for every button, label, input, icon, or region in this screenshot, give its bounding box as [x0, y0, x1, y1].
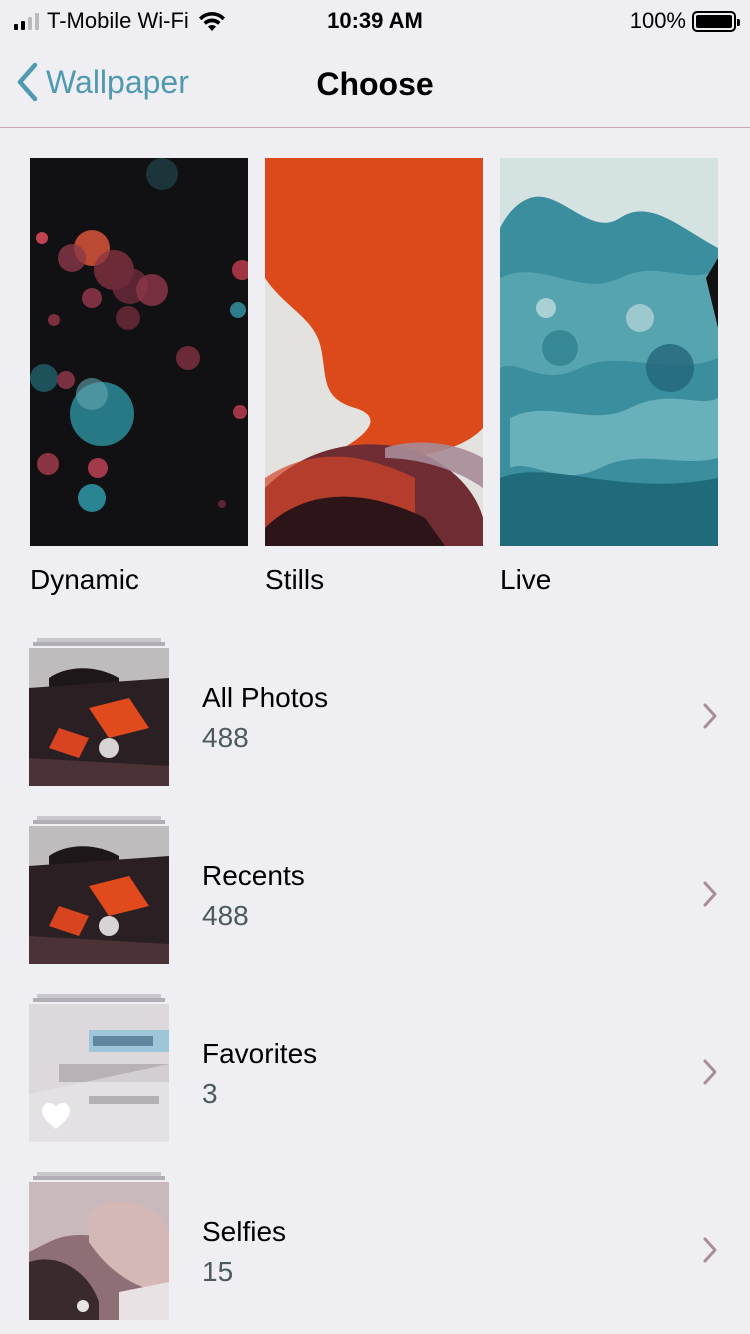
album-photo: [29, 826, 169, 964]
album-count: 3: [202, 1078, 218, 1109]
album-title: All Photos: [202, 682, 329, 713]
category-stills[interactable]: Stills: [265, 158, 483, 595]
battery-percent: 100%: [629, 8, 686, 33]
album-thumbnail: [29, 638, 169, 786]
category-label: Live: [500, 564, 552, 595]
album-title: Favorites: [202, 1038, 318, 1069]
category-dynamic[interactable]: Dynamic: [30, 158, 248, 595]
status-bar: T-Mobile Wi-Fi 10:39 AM 100%: [0, 0, 750, 42]
album-photo: [29, 648, 169, 786]
album-title: Recents: [202, 860, 305, 891]
chevron-right-icon: [703, 1237, 717, 1263]
album-row-recents[interactable]: Recents 488: [0, 808, 750, 986]
category-label: Stills: [265, 564, 325, 595]
album-row-all-photos[interactable]: All Photos 488: [0, 630, 750, 808]
album-row-selfies[interactable]: Selfies 15: [0, 1164, 750, 1334]
album-title: Selfies: [202, 1216, 287, 1247]
wallpaper-categories: Dynamic Stills Live: [30, 158, 720, 598]
status-right: 100%: [629, 8, 740, 34]
battery-icon: [692, 10, 740, 32]
stills-thumbnail: [265, 158, 483, 546]
heart-icon: [42, 1103, 70, 1129]
dynamic-thumbnail: [30, 158, 248, 546]
album-thumbnail: [29, 816, 169, 964]
category-live[interactable]: Live: [500, 158, 718, 595]
album-count: 488: [202, 900, 249, 931]
chevron-right-icon: [703, 1059, 717, 1085]
album-thumbnail: [29, 1172, 169, 1320]
album-count: 488: [202, 722, 249, 753]
live-thumbnail: [500, 158, 718, 546]
nav-bar: Wallpaper Choose: [0, 42, 750, 128]
category-label: Dynamic: [30, 564, 139, 595]
page-title: Choose: [316, 66, 434, 102]
album-thumbnail: [29, 994, 169, 1142]
chevron-right-icon: [703, 881, 717, 907]
chevron-right-icon: [703, 703, 717, 729]
album-count: 15: [202, 1256, 234, 1287]
album-row-favorites[interactable]: Favorites 3: [0, 986, 750, 1164]
album-photo: [29, 1182, 169, 1320]
